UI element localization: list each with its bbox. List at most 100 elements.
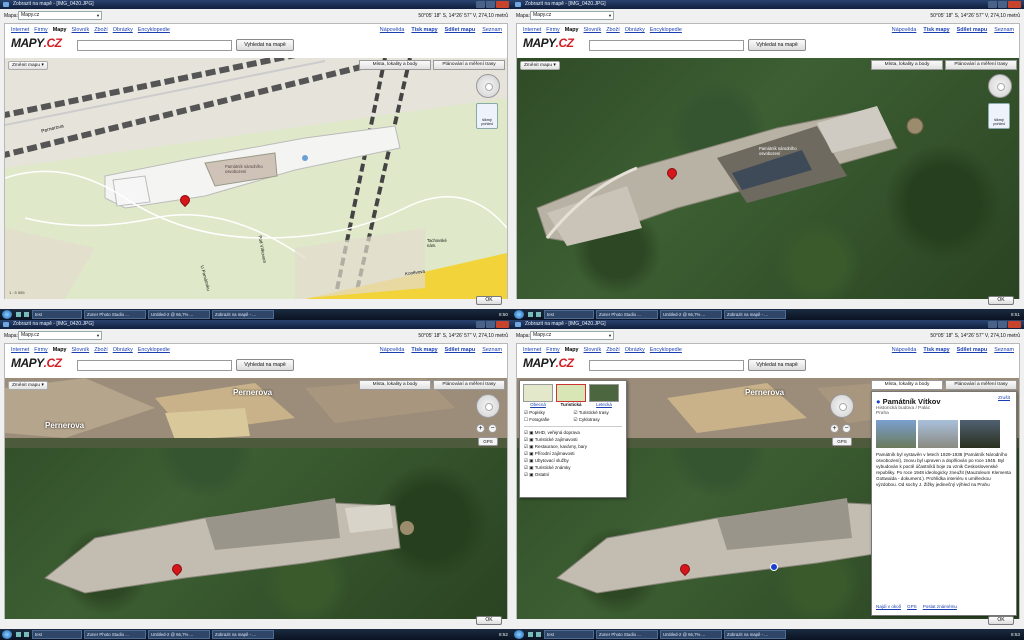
nav-slovnik[interactable]: Slovník bbox=[72, 27, 90, 33]
taskbar-item[interactable]: Zoner Photo Studio ... bbox=[84, 310, 146, 319]
close-button[interactable] bbox=[496, 321, 509, 328]
tab-routes[interactable]: Plánování a měření trasy bbox=[945, 60, 1017, 70]
minimize-button[interactable] bbox=[476, 321, 485, 328]
search-button[interactable]: Vyhledat na mapě bbox=[748, 39, 806, 51]
change-map-button[interactable]: Změnit mapu ▾ bbox=[8, 381, 48, 390]
minimize-button[interactable] bbox=[988, 1, 997, 8]
nav-internet[interactable]: Internet bbox=[11, 27, 29, 33]
window-titlebar[interactable]: Zobrazit na mapě - [IMG_0420.JPG] bbox=[0, 320, 512, 329]
nav-zbozi[interactable]: Zboží bbox=[94, 347, 107, 353]
tab-places[interactable]: Místa, lokality a body bbox=[871, 60, 943, 70]
map-select[interactable]: Mapy.cz ▼ bbox=[18, 11, 102, 20]
mapy-logo[interactable]: MAPY.CZ bbox=[11, 36, 62, 50]
search-input[interactable] bbox=[77, 40, 232, 51]
seznam-link[interactable]: Seznam bbox=[994, 347, 1014, 353]
help-link[interactable]: Nápověda bbox=[380, 347, 405, 353]
maximize-button[interactable] bbox=[486, 1, 495, 8]
taskbar-item[interactable]: Zoner Photo Studio ... bbox=[596, 630, 658, 639]
share-map-link[interactable]: Sdílet mapu bbox=[957, 347, 988, 353]
minimize-button[interactable] bbox=[476, 1, 485, 8]
start-orb-icon[interactable] bbox=[2, 310, 12, 319]
taskbar-item[interactable]: Zobrazit na mapě - ... bbox=[724, 630, 786, 639]
send-friend-link[interactable]: Poslat známému bbox=[923, 604, 957, 609]
gps-link[interactable]: GPS bbox=[907, 604, 917, 609]
opt-popisky[interactable]: ☑ Popisky bbox=[524, 410, 573, 416]
nav-slovnik[interactable]: Slovník bbox=[72, 347, 90, 353]
share-map-link[interactable]: Sdílet mapu bbox=[445, 347, 476, 353]
close-button[interactable] bbox=[1008, 1, 1021, 8]
taskbar-item[interactable]: Untitled-2 @ 66,7% ... bbox=[660, 310, 722, 319]
layer-znamky[interactable]: ☑ ▣ Turistické známky bbox=[524, 464, 622, 471]
taskbar-item[interactable]: Zobrazit na mapě - ... bbox=[212, 630, 274, 639]
start-orb-icon[interactable] bbox=[514, 630, 524, 639]
change-map-button[interactable]: Změnit mapu ▾ bbox=[8, 61, 48, 70]
search-input[interactable] bbox=[77, 360, 232, 371]
nav-obrazky[interactable]: Obrázky bbox=[625, 27, 645, 33]
taskbar-item[interactable]: test bbox=[544, 310, 594, 319]
close-button[interactable] bbox=[1008, 321, 1021, 328]
nav-mapy[interactable]: Mapy bbox=[565, 347, 579, 353]
print-map-link[interactable]: Tisk mapy bbox=[411, 27, 437, 33]
quicklaunch-icon[interactable] bbox=[16, 312, 21, 317]
nav-obrazky[interactable]: Obrázky bbox=[113, 347, 133, 353]
taskbar-item[interactable]: Zoner Photo Studio ... bbox=[596, 310, 658, 319]
mode-turisticka[interactable]: Turistická bbox=[556, 384, 586, 407]
poi-marker-icon[interactable] bbox=[770, 563, 778, 571]
nav-encyklopedie[interactable]: Encyklopedie bbox=[650, 347, 682, 353]
location-pin-icon[interactable] bbox=[680, 564, 688, 575]
taskbar-item[interactable]: test bbox=[32, 630, 82, 639]
print-map-link[interactable]: Tisk mapy bbox=[923, 347, 949, 353]
nav-slovnik[interactable]: Slovník bbox=[584, 27, 602, 33]
layer-turisticke-zajimavosti[interactable]: ☑ ▣ Turistické zajímavosti bbox=[524, 436, 622, 443]
opt-fotografie[interactable]: ☐ Fotografie bbox=[524, 417, 573, 423]
location-pin-icon[interactable] bbox=[172, 564, 180, 575]
seznam-link[interactable]: Seznam bbox=[482, 347, 502, 353]
layer-mhd[interactable]: ☑ ▣ MHD, veřejná doprava bbox=[524, 429, 622, 436]
map-canvas[interactable]: Pernerova Památník národního osvobození … bbox=[5, 58, 507, 299]
search-input[interactable] bbox=[589, 360, 744, 371]
nav-slovnik[interactable]: Slovník bbox=[584, 347, 602, 353]
nav-obrazky[interactable]: Obrázky bbox=[113, 27, 133, 33]
seznam-link[interactable]: Seznam bbox=[994, 27, 1014, 33]
maximize-button[interactable] bbox=[486, 321, 495, 328]
tab-routes[interactable]: Plánování a měření trasy bbox=[945, 380, 1017, 390]
map-select[interactable]: Mapy.cz ▼ bbox=[530, 331, 614, 340]
quicklaunch-icon[interactable] bbox=[536, 632, 541, 637]
taskbar-item[interactable]: Zobrazit na mapě - ... bbox=[724, 310, 786, 319]
help-link[interactable]: Nápověda bbox=[892, 27, 917, 33]
map-canvas[interactable]: Pernerova + − GPS Místa, lokality a body P… bbox=[517, 378, 1019, 619]
map-canvas[interactable]: Památník národního osvobození Změnit map… bbox=[517, 58, 1019, 299]
nav-zbozi[interactable]: Zboží bbox=[606, 27, 619, 33]
nav-encyklopedie[interactable]: Encyklopedie bbox=[138, 347, 170, 353]
mapy-logo[interactable]: MAPY.CZ bbox=[523, 356, 574, 370]
nav-firmy[interactable]: Firmy bbox=[34, 27, 47, 33]
change-map-button[interactable]: Změnit mapu ▾ bbox=[520, 61, 560, 70]
print-map-link[interactable]: Tisk mapy bbox=[411, 347, 437, 353]
quicklaunch-icon[interactable] bbox=[16, 632, 21, 637]
quicklaunch-icon[interactable] bbox=[24, 312, 29, 317]
mode-obecna[interactable]: Obecná bbox=[523, 384, 553, 407]
nav-mapy[interactable]: Mapy bbox=[565, 27, 579, 33]
start-orb-icon[interactable] bbox=[514, 310, 524, 319]
layer-ostatni[interactable]: ☑ ▣ Ostatní bbox=[524, 471, 622, 478]
close-link[interactable]: Zrušit bbox=[998, 396, 1010, 401]
window-titlebar[interactable]: Zobrazit na mapě - [IMG_0420.JPG] bbox=[512, 320, 1024, 329]
window-titlebar[interactable]: Zobrazit na mapě - [IMG_0420.JPG] bbox=[512, 0, 1024, 9]
print-map-link[interactable]: Tisk mapy bbox=[923, 27, 949, 33]
nav-zbozi[interactable]: Zboží bbox=[94, 27, 107, 33]
nav-internet[interactable]: Internet bbox=[523, 347, 541, 353]
map-select[interactable]: Mapy.cz ▼ bbox=[18, 331, 102, 340]
zoom-in-button[interactable]: + bbox=[476, 424, 485, 433]
close-button[interactable] bbox=[496, 1, 509, 8]
nav-firmy[interactable]: Firmy bbox=[546, 27, 559, 33]
map-canvas[interactable]: Pernerova Pernerova Změnit mapu ▾ Místa,… bbox=[5, 378, 507, 619]
nav-internet[interactable]: Internet bbox=[11, 347, 29, 353]
pan-compass-icon[interactable] bbox=[988, 74, 1012, 98]
help-link[interactable]: Nápověda bbox=[380, 27, 405, 33]
nav-mapy[interactable]: Mapy bbox=[53, 347, 67, 353]
maximize-button[interactable] bbox=[998, 321, 1007, 328]
ok-button[interactable]: OK bbox=[988, 616, 1014, 625]
seznam-link[interactable]: Seznam bbox=[482, 27, 502, 33]
start-orb-icon[interactable] bbox=[2, 630, 12, 639]
nav-firmy[interactable]: Firmy bbox=[34, 347, 47, 353]
